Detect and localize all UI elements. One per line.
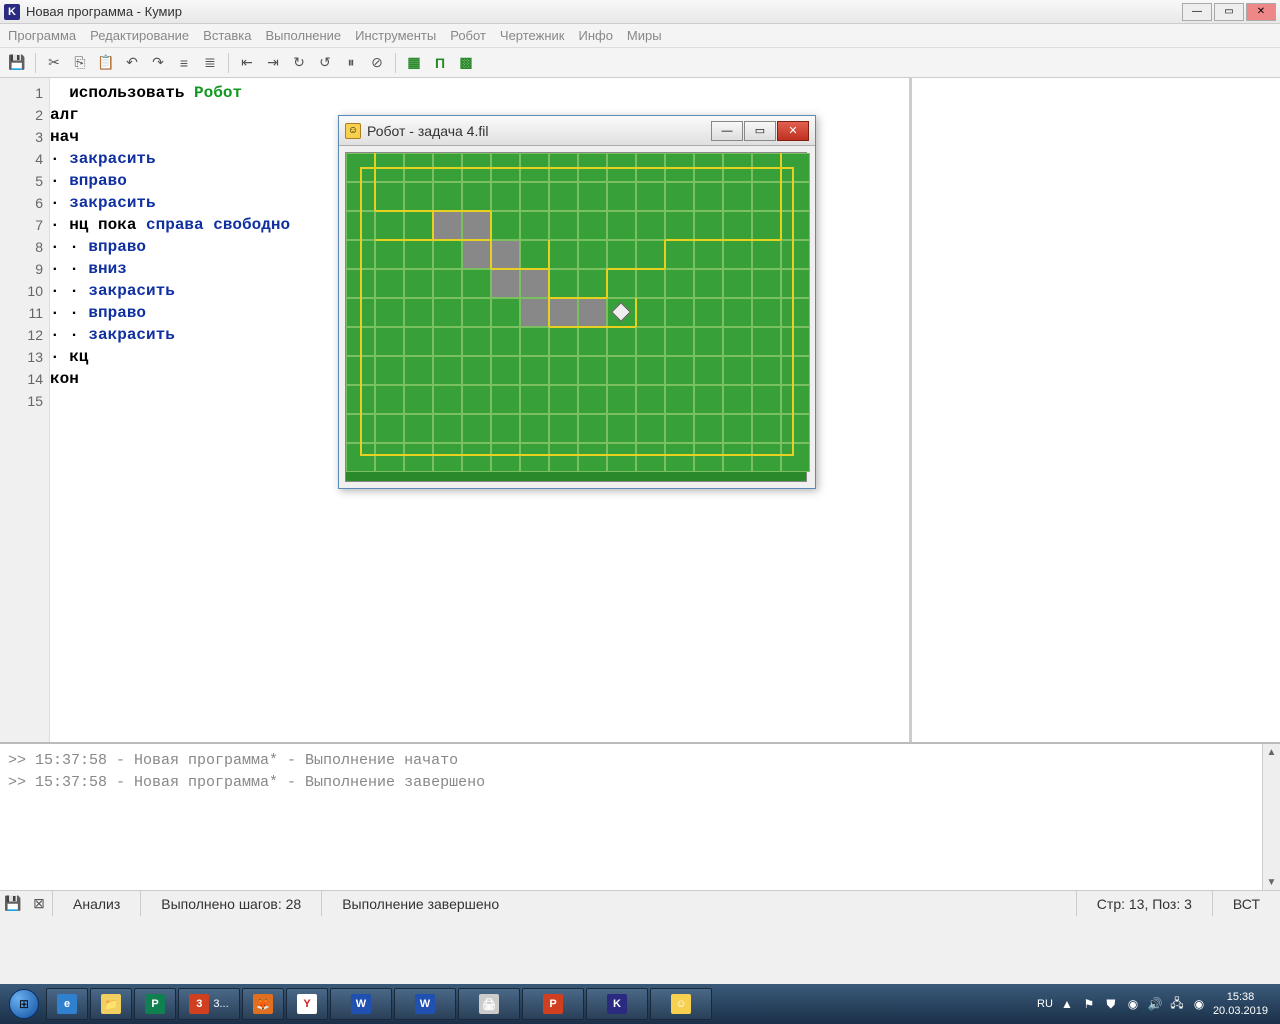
menubar: Программа Редактирование Вставка Выполнение… — [0, 24, 1280, 48]
taskbar-word2[interactable]: W — [394, 988, 456, 1020]
tray-shield-icon[interactable]: ⛊ — [1103, 996, 1119, 1012]
pause-icon[interactable]: ⏸ — [340, 52, 362, 74]
robot-window-title: Робот - задача 4.fil — [367, 123, 711, 139]
grid2-icon[interactable]: П — [429, 52, 451, 74]
taskbar: ⊞ e 📁 P 33... 🦊 Y W W 🖨 P K ☺ RU ▲ ⚑ ⛊ ◉… — [0, 984, 1280, 1024]
robot-close-button[interactable]: ✕ — [777, 121, 809, 141]
menu-вставка[interactable]: Вставка — [203, 28, 251, 43]
tray-vol-icon[interactable]: 🔊 — [1147, 996, 1163, 1012]
menu-инфо[interactable]: Инфо — [578, 28, 612, 43]
tray-net-icon[interactable]: ⚑ — [1081, 996, 1097, 1012]
menu-робот[interactable]: Робот — [450, 28, 486, 43]
menu-выполнение[interactable]: Выполнение — [265, 28, 341, 43]
sb-status: Выполнение завершено — [321, 891, 1076, 916]
grid3-icon[interactable]: ▩ — [455, 52, 477, 74]
lang-indicator[interactable]: RU — [1037, 998, 1053, 1010]
list-icon[interactable]: ≡ — [173, 52, 195, 74]
minimize-button[interactable]: — — [1182, 3, 1212, 21]
taskbar-app1[interactable]: 33... — [178, 988, 240, 1020]
toolbar: 💾 ✂ ⎘ 📋 ↶ ↷ ≡ ≣ ⇤ ⇥ ↻ ↺ ⏸ ⊘ ▦ П ▩ — [0, 48, 1280, 78]
system-tray[interactable]: RU ▲ ⚑ ⛊ ◉ 🔊 🖧 ◉ 15:38 20.03.2019 — [1037, 990, 1276, 1018]
menu-миры[interactable]: Миры — [627, 28, 662, 43]
output-console: >> 15:37:58 - Новая программа* - Выполне… — [0, 742, 1280, 890]
statusbar: 💾 ⊠ Анализ Выполнено шагов: 28 Выполнени… — [0, 890, 1280, 916]
step-out-icon[interactable]: ⇥ — [262, 52, 284, 74]
menu-чертежник[interactable]: Чертежник — [500, 28, 565, 43]
taskbar-kumir[interactable]: K — [586, 988, 648, 1020]
paste-icon[interactable]: 📋 — [95, 52, 117, 74]
save-icon[interactable]: 💾 — [6, 52, 28, 74]
sb-insert-mode: ВСТ — [1212, 891, 1280, 916]
sb-save-icon[interactable]: 💾 — [2, 894, 24, 914]
window-title: Новая программа - Кумир — [26, 4, 1182, 19]
robot-titlebar[interactable]: ☺ Робот - задача 4.fil — ▭ ✕ — [339, 116, 815, 146]
taskbar-print[interactable]: 🖨 — [458, 988, 520, 1020]
sb-cursor-pos: Стр: 13, Поз: 3 — [1076, 891, 1212, 916]
scroll-down-icon[interactable]: ▼ — [1267, 874, 1277, 890]
sb-analysis: Анализ — [52, 891, 140, 916]
side-panel — [910, 78, 1280, 742]
copy-icon[interactable]: ⎘ — [69, 52, 91, 74]
tray-net2-icon[interactable]: 🖧 — [1169, 996, 1185, 1012]
maximize-button[interactable]: ▭ — [1214, 3, 1244, 21]
taskbar-yandex[interactable]: Y — [286, 988, 328, 1020]
stop-icon[interactable]: ⊘ — [366, 52, 388, 74]
robot-grid[interactable] — [345, 152, 807, 482]
robot-window[interactable]: ☺ Робот - задача 4.fil — ▭ ✕ — [338, 115, 816, 489]
taskbar-publisher[interactable]: P — [134, 988, 176, 1020]
code-content[interactable]: использовать Роботалгнач· закрасить· впр… — [50, 82, 290, 412]
menu-редактирование[interactable]: Редактирование — [90, 28, 189, 43]
robot-field — [339, 146, 815, 488]
taskbar-word1[interactable]: W — [330, 988, 392, 1020]
tray-flag-icon[interactable]: ▲ — [1059, 996, 1075, 1012]
tray-gpu2-icon[interactable]: ◉ — [1191, 996, 1207, 1012]
undo-icon[interactable]: ↶ — [121, 52, 143, 74]
menu-программа[interactable]: Программа — [8, 28, 76, 43]
step-icon[interactable]: ↺ — [314, 52, 336, 74]
taskbar-robot[interactable]: ☺ — [650, 988, 712, 1020]
run-icon[interactable]: ↻ — [288, 52, 310, 74]
console-text[interactable]: >> 15:37:58 - Новая программа* - Выполне… — [0, 744, 1262, 890]
robot-maximize-button[interactable]: ▭ — [744, 121, 776, 141]
redo-icon[interactable]: ↷ — [147, 52, 169, 74]
sb-clear-icon[interactable]: ⊠ — [28, 894, 50, 914]
close-button[interactable]: ✕ — [1246, 3, 1276, 21]
list2-icon[interactable]: ≣ — [199, 52, 221, 74]
step-in-icon[interactable]: ⇤ — [236, 52, 258, 74]
scroll-up-icon[interactable]: ▲ — [1267, 744, 1277, 760]
tray-gpu-icon[interactable]: ◉ — [1125, 996, 1141, 1012]
taskbar-ie[interactable]: e — [46, 988, 88, 1020]
start-button[interactable]: ⊞ — [4, 988, 44, 1020]
grid1-icon[interactable]: ▦ — [403, 52, 425, 74]
taskbar-firefox[interactable]: 🦊 — [242, 988, 284, 1020]
app-icon: K — [4, 4, 20, 20]
app-titlebar: K Новая программа - Кумир — ▭ ✕ — [0, 0, 1280, 24]
taskbar-explorer[interactable]: 📁 — [90, 988, 132, 1020]
console-scrollbar[interactable]: ▲ ▼ — [1262, 744, 1280, 890]
robot-app-icon: ☺ — [345, 123, 361, 139]
menu-инструменты[interactable]: Инструменты — [355, 28, 436, 43]
taskbar-powerpoint[interactable]: P — [522, 988, 584, 1020]
sb-steps: Выполнено шагов: 28 — [140, 891, 321, 916]
cut-icon[interactable]: ✂ — [43, 52, 65, 74]
line-gutter: 123456789101112131415 — [0, 78, 50, 742]
robot-minimize-button[interactable]: — — [711, 121, 743, 141]
taskbar-clock[interactable]: 15:38 20.03.2019 — [1213, 990, 1268, 1018]
